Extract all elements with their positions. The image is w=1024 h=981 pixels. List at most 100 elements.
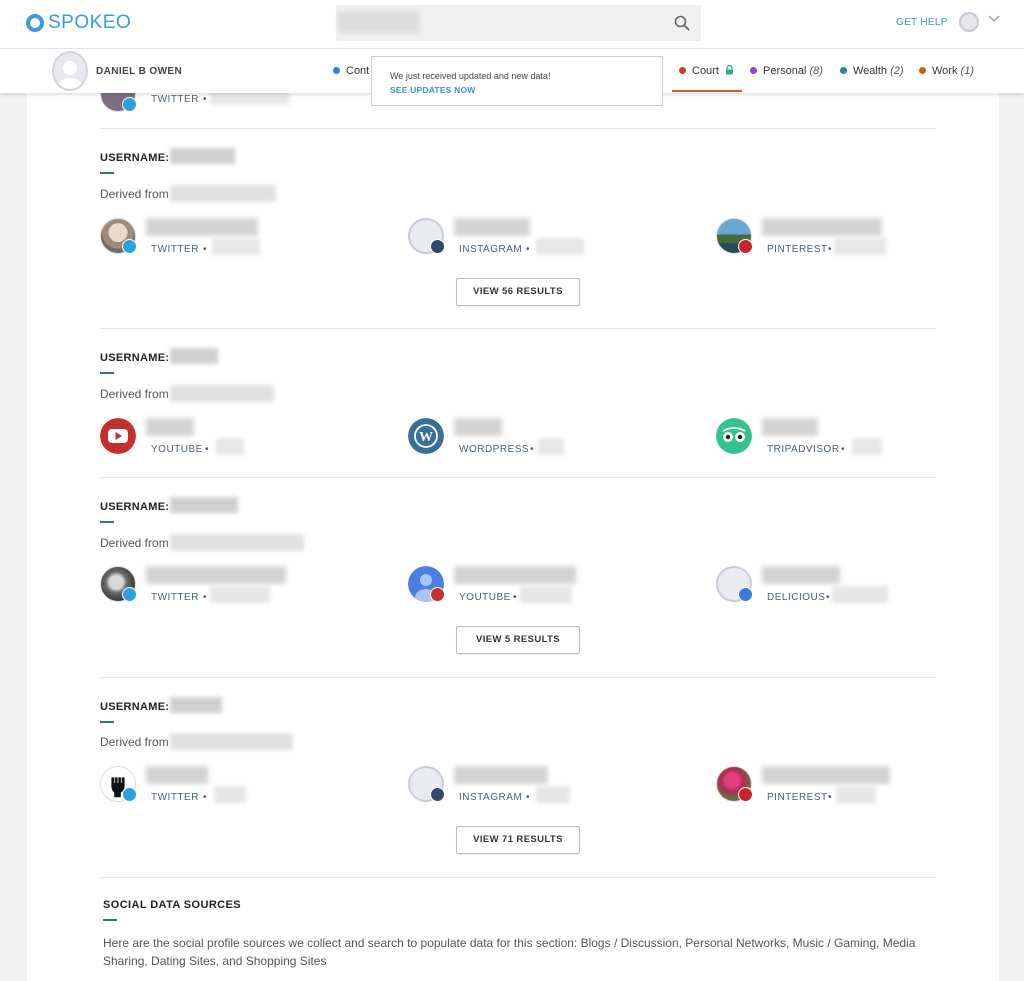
- profile-meta-redacted: [214, 786, 246, 803]
- logo-mark-icon: [26, 14, 44, 32]
- profile-item[interactable]: INSTAGRAM •: [408, 766, 688, 814]
- username-redacted: [170, 697, 222, 713]
- tab-label: Work: [932, 65, 958, 77]
- tab-dot: [919, 66, 926, 74]
- delicious-badge-icon: [738, 587, 753, 602]
- view-results-button[interactable]: VIEW 56 RESULTS: [456, 278, 580, 306]
- profile-name-redacted: [146, 418, 194, 436]
- profile-network: TRIPADVISOR: [767, 444, 840, 455]
- profile-item[interactable]: INSTAGRAM •: [408, 218, 688, 266]
- tab-wealth[interactable]: Wealth (2): [840, 65, 904, 77]
- username-label: USERNAME:: [100, 152, 170, 164]
- person-avatar: [52, 51, 88, 91]
- profile-item[interactable]: PINTEREST •: [716, 218, 996, 266]
- profile-meta-redacted: [536, 786, 570, 803]
- separator-dot: •: [203, 792, 207, 803]
- pinterest-badge-icon: [738, 239, 753, 254]
- see-updates-link[interactable]: SEE UPDATES NOW: [390, 85, 476, 95]
- accent-line: [100, 721, 114, 723]
- profile-network: DELICIOUS: [767, 592, 826, 603]
- profile-network: TWITTER: [151, 94, 199, 105]
- tripadvisor-logo-icon: [716, 418, 752, 454]
- tab-personal[interactable]: Personal (8): [750, 65, 823, 77]
- profile-name-redacted: [762, 218, 882, 236]
- popup-message: We just received updated and new data!: [390, 71, 551, 81]
- section-divider: [100, 328, 936, 329]
- pinterest-badge-icon: [738, 787, 753, 802]
- profile-item[interactable]: PINTEREST •: [716, 766, 996, 814]
- tab-label: Court: [692, 65, 719, 77]
- derived-from-label: Derived from: [100, 735, 169, 749]
- tab-dot: [750, 66, 757, 74]
- tab-label: Personal: [763, 65, 807, 77]
- profile-name-redacted: [146, 566, 286, 584]
- profile-item[interactable]: TWITTER •: [100, 218, 380, 266]
- search-query-redacted: [338, 11, 420, 33]
- profile-network: PINTEREST: [767, 792, 828, 803]
- section-divider: [100, 128, 936, 129]
- instagram-badge-icon: [430, 787, 445, 802]
- profile-network: YOUTUBE: [151, 444, 203, 455]
- profile-item[interactable]: YOUTUBE •: [100, 418, 380, 466]
- tab-court[interactable]: Court: [679, 64, 734, 77]
- profile-item[interactable]: TWITTER •: [100, 766, 380, 814]
- accent-line: [103, 919, 117, 921]
- svg-text:W: W: [419, 430, 433, 445]
- section-divider: [100, 477, 936, 478]
- separator-dot: •: [203, 244, 207, 255]
- profile-network: TWITTER: [151, 244, 199, 255]
- social-data-sources-title: SOCIAL DATA SOURCES: [103, 899, 241, 911]
- chevron-down-icon[interactable]: [987, 14, 1001, 24]
- profile-meta-redacted: [536, 238, 584, 255]
- tab-contact[interactable]: Cont: [333, 65, 369, 77]
- tab-dot: [679, 66, 686, 74]
- derived-from-label: Derived from: [100, 187, 169, 201]
- tab-dot: [333, 66, 340, 74]
- profile-name-redacted: [454, 766, 548, 784]
- separator-dot: •: [826, 592, 830, 603]
- profile-network: TWITTER: [151, 792, 199, 803]
- derived-source-redacted: [170, 385, 274, 402]
- accent-line: [100, 372, 114, 374]
- updates-popup: We just received updated and new data! S…: [371, 56, 663, 106]
- separator-dot: •: [530, 444, 534, 455]
- tab-label: Wealth: [853, 65, 888, 77]
- account-avatar[interactable]: [959, 12, 979, 32]
- tab-work[interactable]: Work (1): [919, 65, 974, 77]
- username-label: USERNAME:: [100, 701, 170, 713]
- profile-name-redacted: [146, 218, 258, 236]
- profile-meta-redacted: [216, 438, 244, 455]
- social-data-sources-text: Here are the social profile sources we c…: [103, 936, 916, 968]
- profile-item[interactable]: W WORDPRESS •: [408, 418, 688, 466]
- get-help-link[interactable]: GET HELP: [896, 17, 948, 28]
- tab-label: Cont: [346, 65, 370, 77]
- profile-name-redacted: [762, 418, 818, 436]
- profile-item[interactable]: YOUTUBE •: [408, 566, 688, 614]
- derived-from-label: Derived from: [100, 536, 169, 550]
- profile-name-redacted: [762, 566, 840, 584]
- separator-dot: •: [841, 444, 845, 455]
- profile-item[interactable]: TWITTER •: [100, 566, 380, 614]
- profile-meta-redacted: [210, 586, 270, 603]
- view-results-button[interactable]: VIEW 5 RESULTS: [456, 626, 580, 654]
- username-label: USERNAME:: [100, 501, 170, 513]
- accent-line: [100, 172, 114, 174]
- search-icon[interactable]: [673, 14, 691, 32]
- profile-network: PINTEREST: [767, 244, 828, 255]
- instagram-badge-icon: [430, 239, 445, 254]
- search-input[interactable]: [336, 5, 701, 41]
- profile-meta-redacted: [520, 586, 572, 603]
- section-divider: [100, 877, 936, 878]
- profile-meta-redacted: [832, 586, 888, 603]
- separator-dot: •: [526, 792, 530, 803]
- youtube-badge-icon: [430, 587, 445, 602]
- spokeo-logo[interactable]: SPOKEO: [26, 12, 131, 34]
- view-results-button[interactable]: VIEW 71 RESULTS: [456, 826, 580, 854]
- profile-item[interactable]: DELICIOUS •: [716, 566, 996, 614]
- profile-item[interactable]: TRIPADVISOR •: [716, 418, 996, 466]
- top-bar: SPOKEO GET HELP: [0, 0, 1024, 49]
- profile-name-redacted: [762, 766, 890, 784]
- profile-network: YOUTUBE: [459, 592, 511, 603]
- lock-icon: [725, 64, 733, 75]
- separator-dot: •: [203, 94, 207, 105]
